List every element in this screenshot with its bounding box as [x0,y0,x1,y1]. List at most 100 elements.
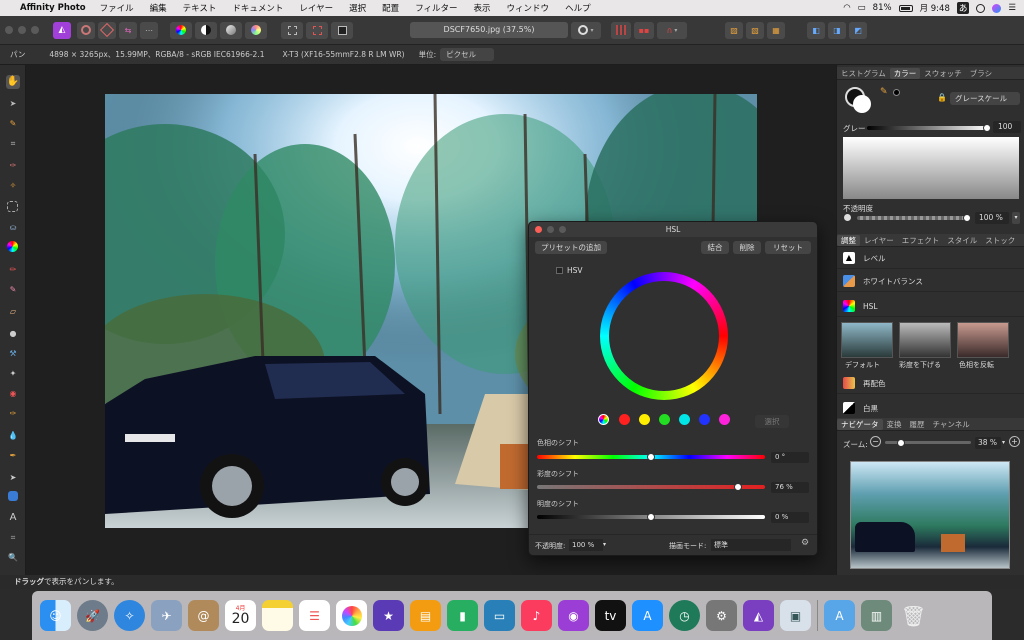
boolean-subtract-button[interactable]: ◨ [828,21,846,39]
menu-document[interactable]: ドキュメント [224,2,291,14]
force-pixel-button[interactable]: ▪▪ [634,21,654,39]
contacts-icon[interactable]: @ [188,600,219,631]
zoom-stepper[interactable]: ▾ [1002,437,1008,449]
tab-channels[interactable]: チャンネル [929,419,974,430]
lock-icon[interactable]: 🔒 [937,93,947,102]
tab-navigator[interactable]: ナビゲータ [837,418,883,430]
tab-effects[interactable]: エフェクト [898,235,944,246]
merge-button[interactable]: 結合 [701,241,729,254]
hand-tool-icon[interactable]: ✋ [6,75,20,89]
green-swatch[interactable] [659,414,670,425]
boolean-add-button[interactable]: ◧ [807,21,825,39]
crop-tool-icon[interactable]: ⌗ [6,137,20,151]
minimize-window-icon[interactable] [18,26,26,34]
opacity-slider[interactable] [857,214,971,222]
settings-gear-icon[interactable]: ⚙ [801,538,809,548]
input-method-icon[interactable]: あ [956,2,970,14]
tab-transform[interactable]: 変換 [883,419,906,430]
airplay-icon[interactable]: ▭ [858,3,866,13]
preset-desaturate[interactable] [899,322,951,358]
photo-persona-button[interactable]: ◭ [53,21,71,39]
clock[interactable]: 月 9:48 [920,2,950,14]
arrange-back-button[interactable]: ▨ [725,21,743,39]
preview-icon[interactable]: ✈ [151,600,182,631]
menu-filter[interactable]: フィルター [407,2,465,14]
preset-default[interactable] [841,322,893,358]
adjustment-white-balance[interactable]: ホワイトバランス [837,271,1024,292]
zoom-tool-icon[interactable]: 🔍 [6,551,20,565]
move-tool-icon[interactable]: ➤ [6,97,20,111]
tab-color[interactable]: カラー [889,67,921,79]
menu-select[interactable]: 選択 [341,2,374,14]
opacity-stepper[interactable]: ▾ [603,539,606,551]
menu-text[interactable]: テキスト [175,2,225,14]
zoom-in-icon[interactable]: + [1009,436,1020,447]
hue-shift-value[interactable]: 0 ° [771,452,809,463]
hsl-titlebar[interactable]: HSL [529,222,817,237]
menu-app-name[interactable]: Affinity Photo [18,3,92,13]
user-icon[interactable] [976,3,986,13]
keynote-icon[interactable]: ▭ [484,600,515,631]
applications-folder-icon[interactable]: A [824,600,855,631]
pick-button[interactable]: 選択 [755,415,789,428]
trash-icon[interactable]: 🗑 [898,600,929,631]
arrange-front-button[interactable]: ▦ [767,21,785,39]
zoom-slider[interactable] [885,439,971,447]
stroke-color-well[interactable] [853,95,871,113]
tab-layers[interactable]: レイヤー [860,235,898,246]
adjustment-black-white[interactable]: 白黒 [837,398,1024,419]
color-picker-icon[interactable]: ✎ [6,117,20,131]
tonemap-persona-button[interactable]: ⇆ [119,21,137,39]
numbers-icon[interactable]: ▮ [447,600,478,631]
pages-icon[interactable]: ▤ [410,600,441,631]
smudge-tool-icon[interactable]: ✑ [6,407,20,421]
saturation-shift-slider[interactable] [537,483,765,491]
close-dialog-icon[interactable] [535,226,542,233]
tab-swatches[interactable]: スウォッチ [920,68,966,79]
music-icon[interactable]: ♪ [521,600,552,631]
tab-styles[interactable]: スタイル [943,235,981,246]
magnet-snapping-button[interactable]: ∩ ▾ [657,21,687,39]
yellow-swatch[interactable] [639,414,650,425]
opacity-value-field[interactable]: 100 % [975,212,1009,224]
safari-icon[interactable]: ✧ [114,600,145,631]
menu-view[interactable]: 表示 [466,2,499,14]
paint-brush-icon[interactable]: ✏ [6,263,20,277]
boolean-intersect-button[interactable]: ◩ [849,21,867,39]
node-tool-icon[interactable]: ➤ [6,471,20,485]
system-preferences-icon[interactable]: ⚙ [706,600,737,631]
mesh-warp-icon[interactable]: ⌗ [6,531,20,545]
liquify-persona-button[interactable] [77,21,95,39]
lightness-shift-slider[interactable] [537,513,765,521]
tab-brushes[interactable]: ブラシ [966,68,996,79]
delete-button[interactable]: 削除 [733,241,761,254]
preset-invert-hue[interactable] [957,322,1009,358]
auto-contrast-button[interactable] [195,21,217,39]
deselect-button[interactable] [306,21,328,39]
menu-help[interactable]: ヘルプ [557,2,599,14]
selection-brush-icon[interactable]: ✑ [6,159,20,173]
erase-tool-icon[interactable]: ▱ [6,305,20,319]
color-mode-select[interactable]: グレースケール [950,92,1020,105]
gray-value-field[interactable]: 100 [993,121,1021,133]
develop-persona-button[interactable] [98,21,116,39]
hue-wheel[interactable] [600,272,728,400]
reminders-icon[interactable]: ☰ [299,600,330,631]
podcasts-icon[interactable]: ◉ [558,600,589,631]
red-eye-tool-icon[interactable]: ◉ [6,387,20,401]
tab-history[interactable]: 履歴 [906,419,929,430]
tab-adjustments[interactable]: 調整 [837,234,860,246]
menu-file[interactable]: ファイル [92,2,142,14]
app-store-icon[interactable]: A [632,600,663,631]
menu-layer[interactable]: レイヤー [291,2,341,14]
downloads-stack-icon[interactable]: ▥ [861,600,892,631]
reset-button[interactable]: リセット [765,241,811,254]
zoom-value-field[interactable]: 38 % [975,437,1001,449]
snapping-button[interactable] [611,21,631,39]
photos-icon[interactable] [336,600,367,631]
color-replace-icon[interactable]: ✎ [6,283,20,297]
notes-icon[interactable] [262,600,293,631]
pen-tool-icon[interactable]: ✒ [6,449,20,463]
menu-window[interactable]: ウィンドウ [499,2,558,14]
flood-select-icon[interactable]: ✧ [6,179,20,193]
